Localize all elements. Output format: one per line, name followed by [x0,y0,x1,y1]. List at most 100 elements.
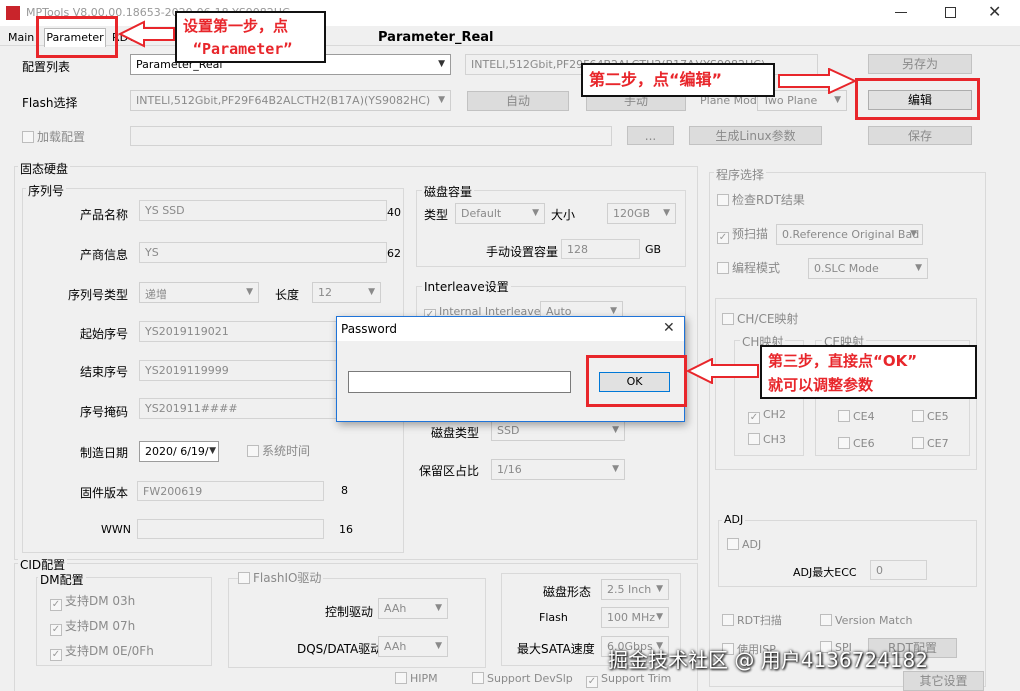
version-match-checkbox[interactable]: Version Match [820,614,913,627]
prescan-select[interactable]: 0.Reference Original Bad ▼ [776,224,923,245]
product-name-label: 产品名称 [80,208,129,222]
tab-main[interactable]: Main [8,31,34,44]
ch3-checkbox[interactable]: CH3 [748,433,786,446]
end-sn-field[interactable]: YS2019119999 [139,360,339,381]
browse-button[interactable]: ... [627,126,674,145]
prog-mode-select[interactable]: 0.SLC Mode ▼ [808,258,928,279]
dm-07h-checkbox[interactable]: ✓ 支持DM 07h [50,620,135,636]
capacity-type-label: 类型 [424,208,449,222]
sn-mask-field[interactable]: YS201911#### [139,398,339,419]
form-value: 2.5 Inch [607,583,652,596]
flash-speed-value: 100 MHz [607,611,656,624]
checkbox-box [912,410,924,422]
prescan-label: 预扫描 [732,227,769,241]
dialog-title-bar: Password ✕ [337,317,684,341]
flashio-label: FlashIO驱动 [253,571,322,585]
adj-label: ADJ [742,538,762,551]
checkbox-box [727,538,739,550]
prescan-checkbox[interactable]: ✓ 预扫描 [717,228,768,244]
interleave-group-title: Interleave设置 [422,278,511,295]
gen-linux-button[interactable]: 生成Linux参数 [689,126,822,145]
step2-callout: 第二步，点“编辑” [581,63,775,97]
chevron-down-icon: ▼ [435,641,442,651]
ce5-checkbox[interactable]: CE5 [912,410,949,423]
flash-speed-select[interactable]: 100 MHz ▼ [601,607,669,628]
dqs-select[interactable]: AAh ▼ [378,636,448,657]
prog-mode-checkbox[interactable]: 编程模式 [717,262,780,275]
chevron-down-icon: ▼ [834,95,841,105]
flash-select-value: INTELl,512Gbit,PF29F64B2ALCTH2(B17A)(YS9… [136,94,431,107]
load-config-label: 加载配置 [37,130,86,144]
ctrl-drive-select[interactable]: AAh ▼ [378,598,448,619]
minimize-icon[interactable] [895,12,907,13]
start-sn-label: 起始序号 [80,327,129,341]
checkbox-box: ✓ [748,412,760,424]
chevron-down-icon: ▼ [209,446,216,456]
flashio-checkbox[interactable]: FlashIO驱动 [238,571,324,585]
chevron-down-icon: ▼ [656,584,663,594]
form-select[interactable]: 2.5 Inch ▼ [601,579,669,600]
ce7-checkbox[interactable]: CE7 [912,437,949,450]
wwn-field[interactable] [137,519,324,539]
chevron-down-icon: ▼ [435,603,442,613]
trim-checkbox[interactable]: ✓ Support Trim [586,672,671,688]
ce6-checkbox[interactable]: CE6 [838,437,875,450]
checkbox-box [22,131,34,143]
dm-0e0f-checkbox[interactable]: ✓ 支持DM 0E/0Fh [50,645,154,661]
check-rdt-label: 检查RDT结果 [732,193,805,207]
save-button[interactable]: 保存 [868,126,972,145]
vendor-field[interactable]: YS [139,242,387,263]
vendor-label: 产商信息 [80,248,129,262]
capacity-size-select[interactable]: 120GB ▼ [607,203,676,224]
length-select[interactable]: 12 ▼ [312,282,381,303]
auto-button[interactable]: 自动 [467,91,569,111]
maximize-icon[interactable] [945,7,956,18]
load-config-path[interactable] [130,126,612,146]
dm-03h-checkbox[interactable]: ✓ 支持DM 03h [50,595,135,611]
checkbox-box: ✓ [50,649,62,661]
password-input[interactable] [348,371,571,393]
ch2-checkbox[interactable]: ✓ CH2 [748,408,786,424]
rdt-scan-checkbox[interactable]: RDT扫描 [722,614,782,627]
chevron-down-icon: ▼ [532,208,539,218]
disk-type-value: SSD [497,424,520,437]
capacity-size-label: 大小 [551,208,576,222]
ce4-checkbox[interactable]: CE4 [838,410,875,423]
start-sn-field[interactable]: YS2019119021 [139,321,339,342]
product-name-field[interactable]: YS SSD [139,200,387,221]
hipm-checkbox[interactable]: HIPM [395,672,438,685]
program-group-title: 程序选择 [714,166,767,183]
step1-line2: “Parameter” [193,40,293,58]
reserve-select[interactable]: 1/16 ▼ [491,459,625,480]
close-icon[interactable]: ✕ [988,2,1001,21]
dm-0e0f-label: 支持DM 0E/0Fh [65,644,154,658]
capacity-type-select[interactable]: Default ▼ [455,203,545,224]
flash-select[interactable]: INTELl,512Gbit,PF29F64B2ALCTH2(B17A)(YS9… [130,90,451,111]
step1-callout: 设置第一步，点 “Parameter” [175,11,326,63]
chevron-down-icon: ▼ [612,464,619,474]
mfg-date-label: 制造日期 [80,446,129,460]
save-as-button[interactable]: 另存为 [868,54,972,74]
system-time-checkbox[interactable]: 系统时间 [247,445,310,458]
system-time-label: 系统时间 [262,444,311,458]
fw-label: 固件版本 [80,486,129,500]
check-rdt-checkbox[interactable]: 检查RDT结果 [717,194,805,207]
fw-field[interactable]: FW200619 [137,481,324,501]
manual-cap-field[interactable]: 128 [561,239,640,259]
sn-type-select[interactable]: 递增 ▼ [139,282,259,303]
checkbox-box [838,437,850,449]
mfg-date-picker[interactable]: 2020/ 6/19/▼ [139,441,219,462]
disk-type-select[interactable]: SSD ▼ [491,420,625,441]
adj-ecc-field[interactable]: 0 [870,560,927,580]
page-title: Parameter_Real [378,30,494,45]
load-config-checkbox[interactable]: 加载配置 [22,131,85,144]
checkbox-box: ✓ [586,676,598,688]
prog-mode-value: 0.SLC Mode [814,262,879,275]
other-settings-button[interactable]: 其它设置 [903,671,984,691]
flash-speed-label: Flash [539,611,568,624]
devslp-checkbox[interactable]: Support DevSlp [472,672,573,685]
adj-checkbox[interactable]: ADJ [727,538,761,551]
chce-checkbox[interactable]: CH/CE映射 [722,313,798,326]
dialog-close-icon[interactable]: ✕ [663,320,675,336]
checkbox-box [912,437,924,449]
